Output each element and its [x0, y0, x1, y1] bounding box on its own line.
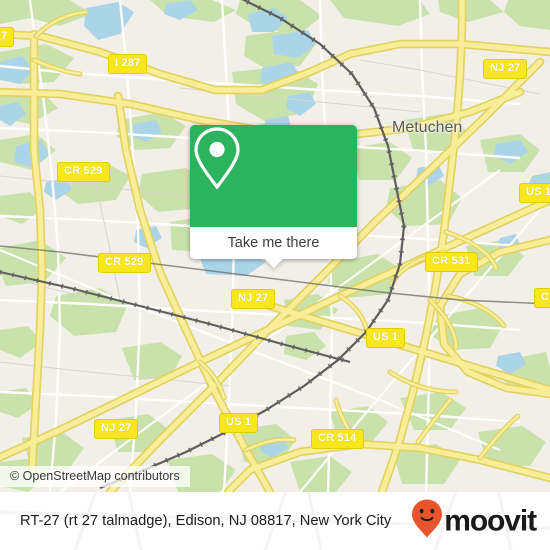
- shield-nj27-topright: NJ 27: [483, 59, 528, 79]
- popup-pointer-tail: [263, 258, 284, 268]
- city-label-metuchen: Metuchen: [392, 119, 463, 136]
- shield-cr529-lower: CR 529: [98, 253, 151, 273]
- shield-i287-clipped-left: 7: [0, 27, 15, 47]
- shield-us1-middle: US 1: [366, 328, 406, 348]
- shield-cr514: CR 514: [311, 429, 364, 449]
- take-me-there-label: Take me there: [227, 235, 320, 251]
- map-attribution[interactable]: © OpenStreetMap contributors: [0, 466, 190, 487]
- footer-bar: RT-27 (rt 27 talmadge), Edison, NJ 08817…: [0, 492, 550, 550]
- moovit-wordmark: moovit: [444, 504, 537, 537]
- shield-nj27-middle: NJ 27: [231, 289, 276, 309]
- map-canvas[interactable]: 7 I 287 NJ 27 CR 529 US 1 CR 529 CR 531 NJ 27 C U…: [0, 0, 550, 492]
- moovit-smiley-pin-icon: [412, 499, 443, 543]
- shield-cr529-upper: CR 529: [57, 162, 110, 182]
- popup-header: [190, 125, 357, 227]
- shield-clipped-right: C: [534, 288, 550, 308]
- shield-us1-rightedge: US 1: [519, 183, 550, 203]
- shield-cr531: CR 531: [425, 252, 478, 272]
- moovit-brand[interactable]: moovit: [412, 499, 537, 543]
- location-address: RT-27 (rt 27 talmadge), Edison, NJ 08817…: [20, 513, 392, 529]
- location-popup-card[interactable]: Take me there: [190, 125, 357, 268]
- map-screenshot: 7 I 287 NJ 27 CR 529 US 1 CR 529 CR 531 NJ 27 C U…: [0, 0, 550, 550]
- shield-us1-bottom: US 1: [219, 413, 259, 433]
- shield-nj27-bottom: NJ 27: [94, 419, 139, 439]
- take-me-there-button[interactable]: Take me there: [190, 227, 357, 259]
- shield-i287: I 287: [108, 54, 148, 74]
